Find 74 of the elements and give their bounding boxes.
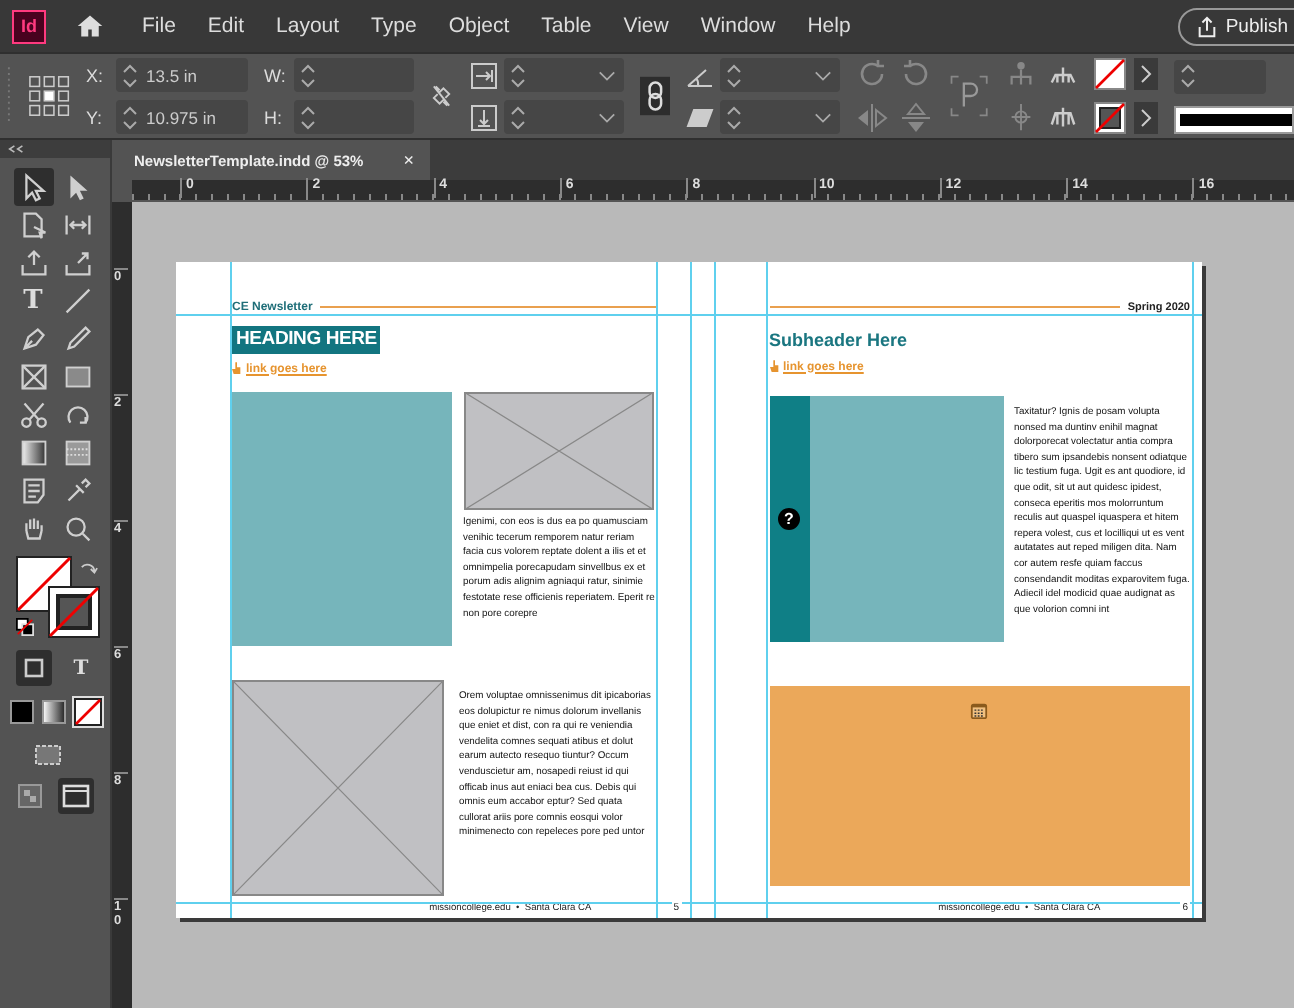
- window-frame-icon[interactable]: [57, 778, 93, 814]
- none-swatch[interactable]: [73, 698, 101, 726]
- collapse-icon[interactable]: [8, 144, 24, 154]
- pointer-hand-icon: [769, 360, 779, 374]
- container-format-icon[interactable]: [15, 650, 52, 686]
- share-icon: [1195, 15, 1218, 37]
- stroke-swatch[interactable]: [47, 586, 99, 638]
- spinner-icon[interactable]: [300, 61, 316, 89]
- scale-dropdown[interactable]: [503, 100, 624, 134]
- spinner-icon[interactable]: [122, 103, 138, 131]
- stroke-swatch[interactable]: [1094, 102, 1126, 134]
- field-label: W:: [264, 65, 288, 85]
- menu-item[interactable]: Object: [432, 14, 526, 38]
- menu-item[interactable]: Layout: [260, 14, 356, 38]
- gradient-swatch[interactable]: [41, 700, 65, 724]
- spinner-icon[interactable]: [509, 103, 526, 131]
- angle-icon: [685, 63, 714, 87]
- chevron-right-icon[interactable]: [1134, 58, 1158, 90]
- text-format-icon[interactable]: T: [67, 657, 95, 679]
- field-label: X:: [86, 65, 106, 85]
- heading-banner: HEADING HERE: [232, 326, 381, 354]
- chevron-down-icon[interactable]: [813, 111, 832, 123]
- path-p-icon[interactable]: [947, 72, 990, 120]
- position-field[interactable]: 13.5 in: [116, 58, 248, 92]
- subheader: Subheader Here: [769, 328, 910, 352]
- fill-swatch[interactable]: [1094, 58, 1126, 90]
- close-tab-button[interactable]: ×: [403, 150, 414, 170]
- menu-item[interactable]: Edit: [191, 14, 261, 38]
- shear-icon: [685, 105, 714, 129]
- chevron-down-icon[interactable]: [597, 111, 616, 123]
- chevron-down-icon[interactable]: [597, 69, 616, 81]
- menu-item[interactable]: Table: [525, 14, 608, 38]
- distribute-tree-icon[interactable]: [1048, 102, 1078, 132]
- spinner-icon[interactable]: [1180, 62, 1196, 90]
- app-logo[interactable]: Id: [12, 9, 46, 43]
- menu-item[interactable]: Help: [791, 14, 867, 38]
- scale-icon: [469, 61, 498, 89]
- spinner-icon[interactable]: [509, 61, 526, 89]
- menu-item[interactable]: Window: [684, 14, 792, 38]
- swap-arrow-icon[interactable]: [79, 560, 97, 578]
- angle-dropdown[interactable]: [719, 100, 840, 134]
- stroke-type-preview[interactable]: [1174, 105, 1294, 133]
- type-tool-icon[interactable]: T: [13, 282, 53, 320]
- broken-chain-icon[interactable]: [430, 82, 454, 110]
- stroke-weight-field[interactable]: [1174, 59, 1266, 93]
- field-label: H:: [264, 107, 284, 127]
- checker-icon[interactable]: [17, 784, 41, 808]
- size-field[interactable]: [294, 58, 414, 92]
- spinner-icon[interactable]: [725, 103, 742, 131]
- home-icon[interactable]: [74, 12, 106, 40]
- screen-mode-icon[interactable]: [33, 740, 65, 768]
- pointer-icon[interactable]: [13, 168, 53, 206]
- calendar-icon: [970, 702, 989, 720]
- menu-item[interactable]: View: [607, 14, 685, 38]
- spinner-icon[interactable]: [725, 61, 742, 89]
- color-swatch[interactable]: [9, 700, 33, 724]
- chevron-right-icon[interactable]: [1134, 102, 1158, 134]
- size-field[interactable]: [294, 100, 414, 134]
- scale-icon: [469, 103, 498, 131]
- spinner-icon[interactable]: [300, 103, 316, 131]
- pointer-hand-icon: [232, 362, 242, 376]
- menu-item[interactable]: Type: [355, 14, 433, 38]
- chain-link-icon[interactable]: [639, 76, 670, 116]
- menu-item[interactable]: File: [126, 14, 192, 38]
- publish-button[interactable]: Publish: [1177, 7, 1294, 45]
- angle-dropdown[interactable]: [719, 58, 840, 92]
- field-label: Y:: [86, 107, 105, 127]
- position-field[interactable]: 10.975 in: [116, 100, 248, 134]
- chevron-down-icon[interactable]: [813, 69, 832, 81]
- spinner-icon[interactable]: [122, 61, 138, 89]
- scale-dropdown[interactable]: [503, 58, 624, 92]
- help-icon: ?: [778, 508, 800, 530]
- default-colors-icon[interactable]: [15, 618, 33, 636]
- reference-point-icon[interactable]: [27, 74, 70, 118]
